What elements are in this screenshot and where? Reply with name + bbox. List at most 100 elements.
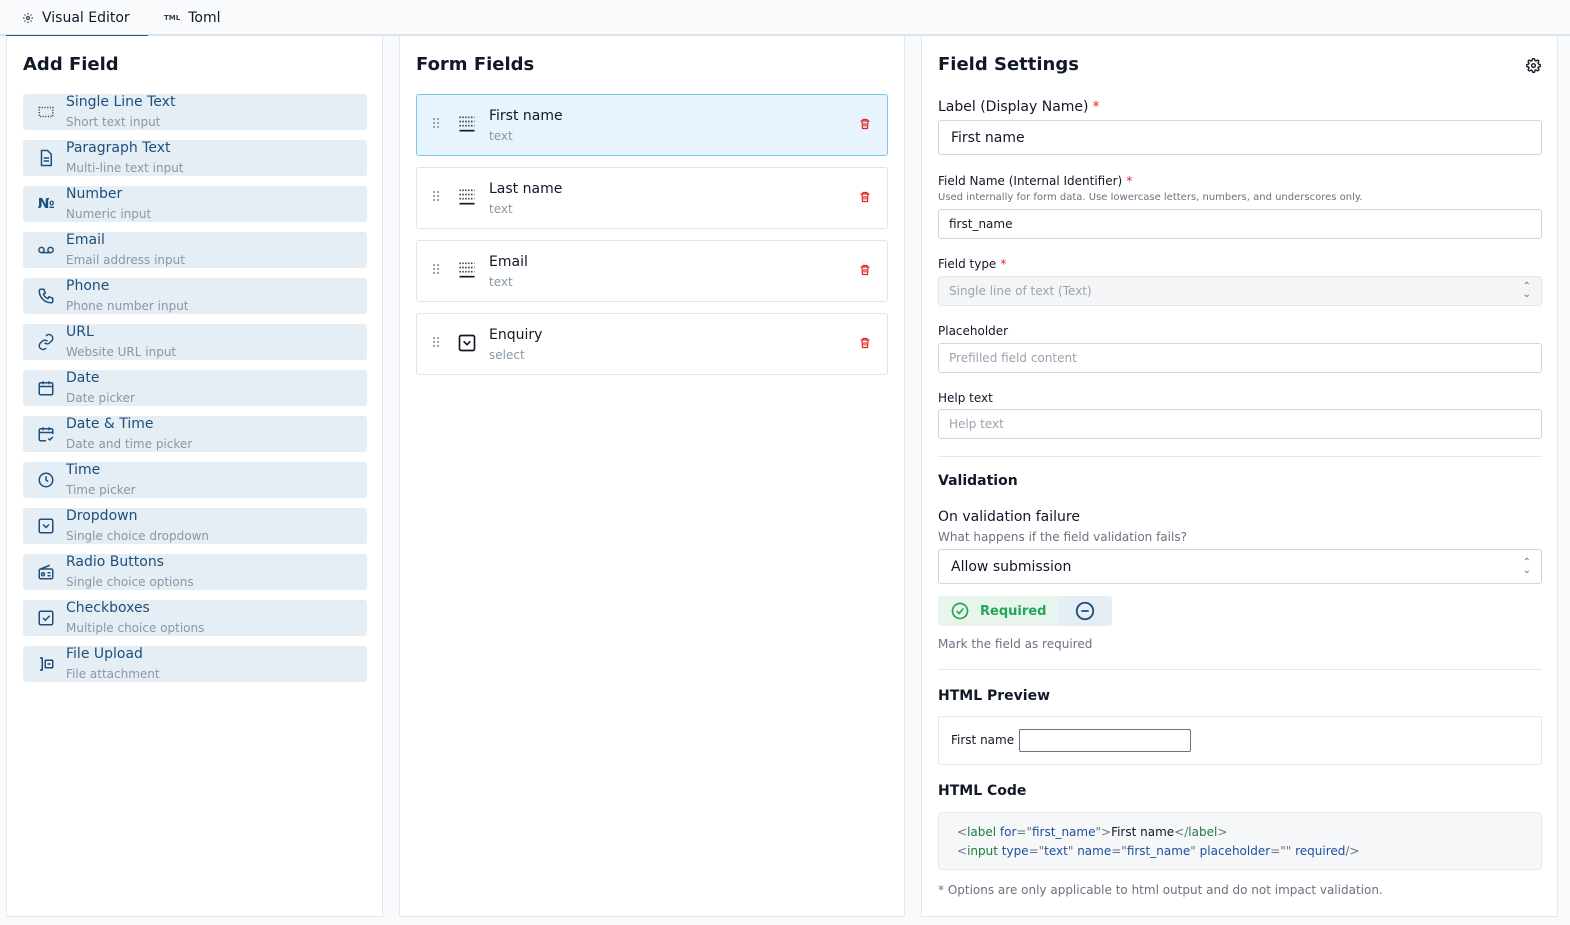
field-type-name: Date — [66, 370, 100, 386]
field-type-desc: Phone number input — [66, 299, 189, 313]
add-field-panel: Add Field Single Line Text Short text in… — [6, 36, 383, 917]
add-paragraph-text-button[interactable]: Paragraph Text Multi-line text input — [23, 140, 367, 176]
form-field-first-name[interactable]: ⠿ First name text — [416, 94, 888, 156]
field-type-desc: Numeric input — [66, 207, 152, 221]
add-dropdown-button[interactable]: Dropdown Single choice dropdown — [23, 508, 367, 544]
form-field-name: Email — [489, 254, 528, 270]
fieldname-hint: Used internally for form data. Use lower… — [938, 192, 1363, 203]
tab-label: Toml — [188, 10, 221, 26]
toml-icon: TML — [164, 14, 181, 22]
add-date-time-button[interactable]: Date & Time Date and time picker — [23, 416, 367, 452]
field-type-desc: Date and time picker — [66, 437, 193, 451]
add-checkboxes-button[interactable]: Checkboxes Multiple choice options — [23, 600, 367, 636]
numero-icon: № — [37, 196, 55, 212]
add-time-button[interactable]: Time Time picker — [23, 462, 367, 498]
add-radio-buttons-button[interactable]: Radio Buttons Single choice options — [23, 554, 367, 590]
on-failure-value: Allow submission — [951, 558, 1072, 575]
form-field-name: Enquiry — [489, 327, 543, 343]
field-type-desc: File attachment — [66, 667, 160, 681]
chevron-updown-icon: ⌃ ⌄ — [1522, 281, 1531, 300]
field-type-desc: Single choice dropdown — [66, 529, 210, 543]
field-type-name: Checkboxes — [66, 600, 150, 616]
field-type-desc: Email address input — [66, 253, 185, 267]
helptext-label: Help text — [938, 391, 993, 405]
trash-icon[interactable] — [859, 190, 873, 206]
form-field-type: select — [489, 348, 525, 362]
add-date-button[interactable]: Date Date picker — [23, 370, 367, 406]
drag-handle-icon[interactable]: ⠿ — [431, 263, 441, 279]
minus-circle-icon — [1074, 600, 1096, 622]
add-phone-button[interactable]: Phone Phone number input — [23, 278, 367, 314]
drag-handle-icon[interactable]: ⠿ — [431, 336, 441, 352]
field-type-name: Email — [66, 232, 105, 248]
panel-title: Field Settings — [938, 54, 1079, 75]
trash-icon[interactable] — [859, 336, 873, 352]
field-type-name: Time — [66, 462, 101, 478]
text-field-icon — [457, 114, 477, 134]
file-text-icon — [36, 148, 56, 168]
trash-icon[interactable] — [859, 263, 873, 279]
preview-label: First name — [951, 733, 1015, 747]
field-type-name: Dropdown — [66, 508, 138, 524]
required-on-button[interactable]: Required — [938, 596, 1058, 626]
fieldtype-label: Field type * — [938, 257, 1007, 271]
text-field-icon — [457, 260, 477, 280]
divider — [938, 669, 1542, 670]
calendar-clock-icon — [36, 424, 56, 444]
chevron-square-icon — [457, 333, 477, 353]
text-cursor-icon — [36, 102, 56, 122]
field-type-desc: Time picker — [66, 483, 136, 497]
link-icon — [36, 332, 56, 352]
on-failure-label: On validation failure — [938, 509, 1080, 525]
field-type-desc: Short text input — [66, 115, 161, 129]
on-failure-select[interactable]: Allow submission ⌃ ⌄ — [938, 549, 1542, 584]
code-title: HTML Code — [938, 783, 1027, 799]
required-off-button[interactable] — [1058, 596, 1112, 626]
html-code: <label for="first_name">First name</labe… — [938, 812, 1542, 870]
code-line-label: <label for="first_name">First name</labe… — [957, 825, 1228, 839]
clock-icon — [36, 470, 56, 490]
form-field-type: text — [489, 275, 513, 289]
required-label: Required — [980, 603, 1047, 619]
label-input[interactable]: First name — [938, 120, 1542, 155]
fieldname-label: Field Name (Internal Identifier) * — [938, 174, 1133, 188]
fieldtype-value: Single line of text (Text) — [949, 284, 1092, 298]
form-field-email[interactable]: ⠿ Email text — [416, 240, 888, 302]
on-failure-hint: What happens if the field validation fai… — [938, 530, 1187, 544]
chevron-square-icon — [36, 516, 56, 536]
tab-visual-editor[interactable]: Visual Editor — [6, 0, 148, 37]
add-file-upload-button[interactable]: File Upload File attachment — [23, 646, 367, 682]
field-settings-panel: Field Settings Label (Display Name) * Fir… — [921, 36, 1558, 917]
field-type-desc: Multi-line text input — [66, 161, 184, 175]
validation-title: Validation — [938, 473, 1018, 489]
field-type-name: Phone — [66, 278, 110, 294]
field-type-name: Number — [66, 186, 123, 202]
field-type-name: File Upload — [66, 646, 143, 662]
field-type-name: Date & Time — [66, 416, 154, 432]
add-email-button[interactable]: Email Email address input — [23, 232, 367, 268]
tab-toml[interactable]: TML Toml — [148, 0, 236, 36]
placeholder-input[interactable]: Prefilled field content — [938, 343, 1542, 373]
add-single-line-text-button[interactable]: Single Line Text Short text input — [23, 94, 367, 130]
add-number-button[interactable]: № Number Numeric input — [23, 186, 367, 222]
panel-title: Add Field — [23, 54, 119, 75]
fieldname-input[interactable]: first_name — [938, 209, 1542, 239]
helptext-input[interactable]: Help text — [938, 409, 1542, 439]
field-type-desc: Date picker — [66, 391, 135, 405]
form-fields-panel: Form Fields ⠿ First name text ⠿ Last nam… — [399, 36, 905, 917]
form-field-enquiry[interactable]: ⠿ Enquiry select — [416, 313, 888, 375]
placeholder-label: Placeholder — [938, 324, 1009, 338]
fieldtype-select[interactable]: Single line of text (Text) ⌃ ⌄ — [938, 276, 1542, 306]
add-url-button[interactable]: URL Website URL input — [23, 324, 367, 360]
required-toggle: Required — [938, 596, 1112, 626]
form-field-name: Last name — [489, 181, 563, 197]
preview-input[interactable] — [1019, 729, 1191, 752]
form-field-last-name[interactable]: ⠿ Last name text — [416, 167, 888, 229]
gear-icon[interactable] — [1526, 58, 1541, 73]
chevron-updown-icon: ⌃ ⌄ — [1522, 556, 1531, 576]
drag-handle-icon[interactable]: ⠿ — [431, 190, 441, 206]
field-type-desc: Multiple choice options — [66, 621, 205, 635]
drag-handle-icon[interactable]: ⠿ — [431, 117, 441, 133]
trash-icon[interactable] — [859, 117, 873, 133]
field-type-name: Paragraph Text — [66, 140, 171, 156]
